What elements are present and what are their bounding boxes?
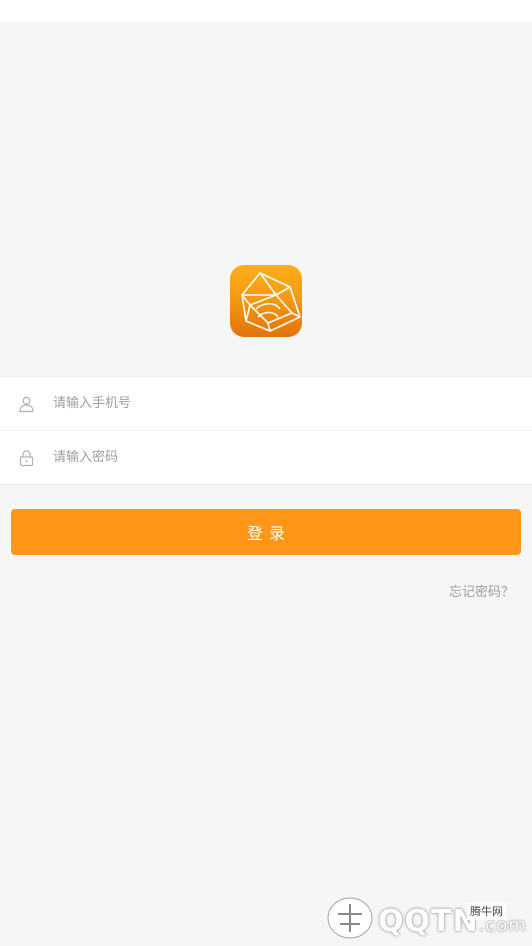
- polyhedron-logo-icon: [241, 272, 301, 332]
- tortoise-logo-icon: [327, 897, 373, 939]
- login-form: [0, 376, 532, 485]
- watermark-brand-text: QQTN: [378, 904, 479, 939]
- watermark-badge: 腾牛网: [467, 902, 506, 920]
- login-button[interactable]: 登录: [11, 509, 521, 555]
- watermark: QQTN.com 腾牛网: [322, 890, 526, 944]
- phone-input[interactable]: [53, 377, 513, 430]
- status-bar: [0, 0, 532, 22]
- user-icon: [19, 396, 34, 412]
- password-input[interactable]: [53, 431, 513, 484]
- app-logo: [230, 265, 302, 337]
- password-row: [0, 430, 532, 484]
- lock-icon: [19, 449, 34, 466]
- forgot-password-link[interactable]: 忘记密码？: [449, 581, 514, 600]
- phone-row: [0, 377, 532, 430]
